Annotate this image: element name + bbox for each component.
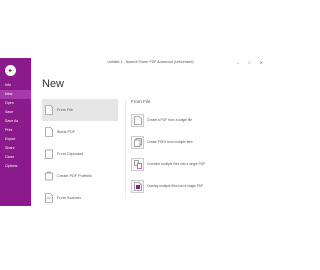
new-option-from-clipboard[interactable]: From Clipboard xyxy=(42,143,118,165)
sidebar-nav: Info New Open Save Save As Print Export … xyxy=(0,81,31,171)
sidebar-item-export[interactable]: Export xyxy=(0,135,31,144)
from-file-option-combine[interactable]: Combine multiple files into a single PDF xyxy=(131,153,261,175)
clipboard-icon xyxy=(45,149,53,159)
sidebar-item-save[interactable]: Save xyxy=(0,108,31,117)
new-option-from-scanner[interactable]: From Scanner xyxy=(42,187,118,209)
sidebar-item-new[interactable]: New xyxy=(0,90,31,99)
sidebar-item-info[interactable]: Info xyxy=(0,81,31,90)
option-label: Create PDFs from multiple files xyxy=(147,140,193,144)
sidebar-item-print[interactable]: Print xyxy=(0,126,31,135)
combine-files-icon xyxy=(131,157,144,171)
overlay-files-icon xyxy=(131,179,144,193)
back-button[interactable] xyxy=(5,65,16,76)
page-title: New xyxy=(42,78,65,90)
from-file-option-multiple[interactable]: Create PDFs from multiple files xyxy=(131,131,261,153)
sidebar-item-open[interactable]: Open xyxy=(0,99,31,108)
title-bar: Untitled-1 - Nuance Power PDF Advanced (… xyxy=(31,58,270,67)
sidebar-item-share[interactable]: Share xyxy=(0,144,31,153)
sidebar-item-save-as[interactable]: Save As xyxy=(0,117,31,126)
new-option-label: From Clipboard xyxy=(57,152,84,156)
new-option-label: From File xyxy=(57,108,74,112)
new-options-list: From File Blank PDF From Clipboard Creat… xyxy=(42,99,118,209)
option-label: Overlay multiple files into a single PDF xyxy=(147,184,204,188)
panel-divider xyxy=(125,99,126,199)
option-label: Create a PDF from a single file xyxy=(147,118,193,122)
from-file-option-overlay[interactable]: Overlay multiple files into a single PDF xyxy=(131,175,261,197)
new-option-label: Create PDF Portfolio xyxy=(57,174,93,178)
new-option-label: From Scanner xyxy=(57,196,82,200)
sidebar: Info New Open Save Save As Print Export … xyxy=(0,58,31,206)
from-file-options: Create a PDF from a single file Create P… xyxy=(131,109,261,197)
single-file-icon xyxy=(131,113,144,127)
document-icon xyxy=(45,105,53,115)
new-option-blank-pdf[interactable]: Blank PDF xyxy=(42,121,118,143)
option-label: Combine multiple files into a single PDF xyxy=(147,162,206,166)
blank-document-icon xyxy=(45,127,53,137)
from-file-option-single[interactable]: Create a PDF from a single file xyxy=(131,109,261,131)
panel-title: From File xyxy=(131,99,151,104)
back-arrow-icon xyxy=(8,68,12,73)
window-title: Untitled-1 - Nuance Power PDF Advanced (… xyxy=(107,60,194,64)
backstage-window: Info New Open Save Save As Print Export … xyxy=(0,58,270,206)
sidebar-item-close[interactable]: Close xyxy=(0,153,31,162)
new-option-from-file[interactable]: From File xyxy=(42,99,118,121)
sidebar-item-options[interactable]: Options xyxy=(0,162,31,171)
multiple-files-icon xyxy=(131,135,144,149)
portfolio-icon xyxy=(45,171,53,181)
window-controls[interactable]: – □ ✕ xyxy=(237,58,267,67)
new-option-label: Blank PDF xyxy=(57,130,76,134)
new-option-create-portfolio[interactable]: Create PDF Portfolio xyxy=(42,165,118,187)
scanner-icon xyxy=(45,193,53,203)
